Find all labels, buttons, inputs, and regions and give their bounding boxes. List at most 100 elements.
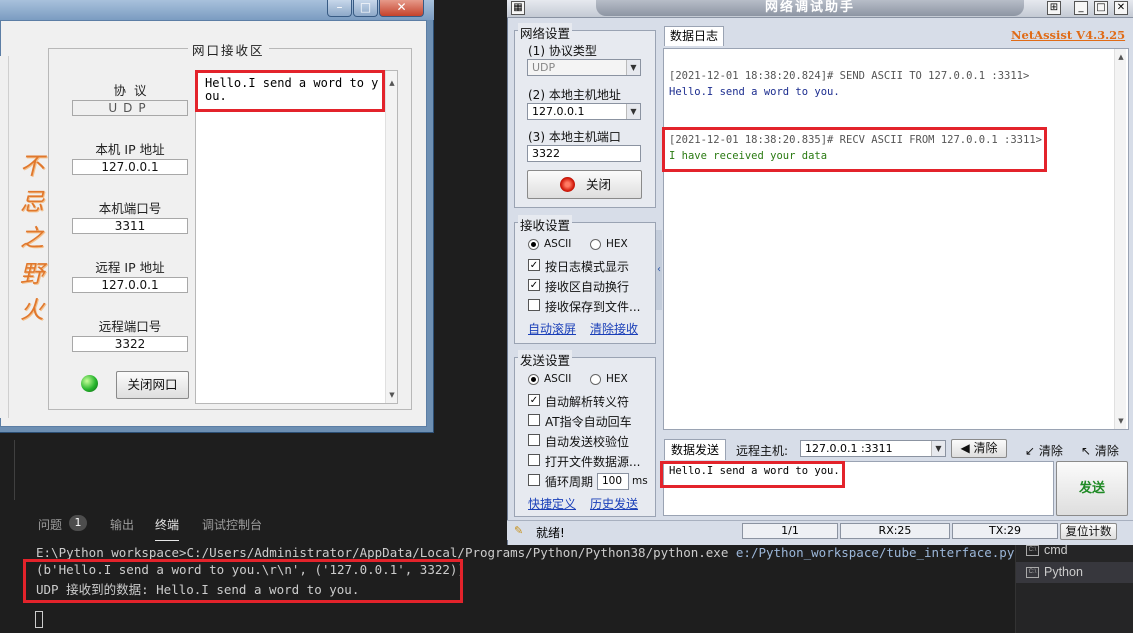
tab-output[interactable]: 输出 <box>110 516 134 533</box>
chevron-down-icon: ▼ <box>626 104 640 119</box>
clear-receive-link[interactable]: 清除接收 <box>590 320 638 337</box>
app-menu-icon[interactable]: ▦ <box>511 1 525 15</box>
log-entry-body: Hello.I send a word to you. <box>669 86 840 98</box>
version-link[interactable]: NetAssist V4.3.25 <box>1011 28 1125 42</box>
remote-port-field[interactable]: 3322 <box>72 336 188 352</box>
tab-debug-console[interactable]: 调试控制台 <box>202 516 262 533</box>
recv-ascii-radio[interactable] <box>528 239 539 250</box>
receive-text-area[interactable] <box>195 70 398 404</box>
collapse-panel-icon[interactable]: ‹ <box>656 230 662 310</box>
clear-arrow-icon: ↙ <box>1025 444 1036 458</box>
checksum-label: 自动发送校验位 <box>545 435 630 449</box>
reset-count-button[interactable]: 复位计数 <box>1060 523 1117 540</box>
recv-settings-title: 接收设置 <box>518 215 573 234</box>
pin-icon[interactable]: ⊞ <box>1047 1 1061 15</box>
local-port-field[interactable]: 3311 <box>72 218 188 234</box>
recv-hex-radio[interactable] <box>590 239 601 250</box>
close-port-button[interactable]: 关闭网口 <box>116 371 189 399</box>
tx-count: TX:29 <box>952 523 1058 539</box>
auto-wrap-checkbox[interactable]: ✓ <box>528 279 540 291</box>
tab-data-send[interactable]: 数据发送 <box>664 439 726 460</box>
clear-send-button-2[interactable]: ↖ 清除 <box>1081 442 1119 459</box>
shortcut-link[interactable]: 快捷定义 <box>528 495 576 512</box>
send-hex-label: HEX <box>606 373 628 385</box>
minimize-button[interactable]: _ <box>1074 1 1088 15</box>
local-ip-field[interactable]: 127.0.0.1 <box>72 159 188 175</box>
tab-problems[interactable]: 问题 <box>38 516 62 533</box>
auto-scroll-link[interactable]: 自动滚屏 <box>528 320 576 337</box>
minimize-button[interactable]: – <box>327 0 352 17</box>
terminal-item-label: cmd <box>1044 543 1068 557</box>
remote-host-label: 远程主机: <box>736 444 789 458</box>
clear-label: 清除 <box>973 441 998 455</box>
clear-remote-button[interactable]: ◀ 清除 <box>951 439 1007 458</box>
escape-label: 自动解析转义符 <box>545 395 630 409</box>
send-ascii-label: ASCII <box>544 373 572 385</box>
terminal-item-python[interactable]: C:\ Python <box>1016 562 1133 583</box>
remote-host-select[interactable]: 127.0.0.1 :3311 ▼ <box>800 440 946 457</box>
escape-checkbox[interactable]: ✓ <box>528 394 540 406</box>
send-ascii-radio[interactable] <box>528 374 539 385</box>
send-settings-title: 发送设置 <box>518 350 573 369</box>
loop-period-input[interactable]: 100 <box>597 473 629 490</box>
net-close-button[interactable]: 关闭 <box>527 170 642 199</box>
status-ready: 就绪! <box>536 526 565 540</box>
indent-guide <box>14 440 15 500</box>
log-mode-checkbox[interactable]: ✓ <box>528 259 540 271</box>
data-log-area[interactable] <box>663 48 1129 430</box>
terminal-icon: C:\ <box>1026 545 1039 556</box>
terminal-icon: C:\ <box>1026 567 1039 578</box>
at-cr-checkbox[interactable] <box>528 414 540 426</box>
netassist-title: 网络调试助手 <box>596 0 1024 16</box>
host-ip-value: 127.0.0.1 <box>532 105 585 118</box>
host-port-label: (3) 本地主机端口 <box>528 130 621 144</box>
scroll-down-icon[interactable]: ▼ <box>1117 417 1125 425</box>
host-ip-select[interactable]: 127.0.0.1 ▼ <box>527 103 641 120</box>
calligraphy-char: 火 <box>20 296 44 324</box>
arrow-left-icon: ◀ <box>960 441 970 455</box>
close-window-button[interactable]: ✕ <box>379 0 424 17</box>
remote-ip-field[interactable]: 127.0.0.1 <box>72 277 188 293</box>
left-window-titlebar: – □ ✕ <box>0 0 434 20</box>
history-link[interactable]: 历史发送 <box>590 495 638 512</box>
send-hex-radio[interactable] <box>590 374 601 385</box>
log-scrollbar[interactable]: ▲ ▼ <box>1114 49 1126 429</box>
terminal-script-path: e:/Python_workspace/tube_interface.py <box>735 545 1015 560</box>
scroll-down-icon[interactable]: ▼ <box>388 391 396 399</box>
recv-ascii-label: ASCII <box>544 238 572 250</box>
maximize-button[interactable]: □ <box>353 0 378 17</box>
status-icon: ✎ <box>514 524 524 537</box>
save-file-label: 接收保存到文件... <box>545 300 641 314</box>
maximize-button[interactable]: □ <box>1094 1 1108 15</box>
save-file-checkbox[interactable] <box>528 299 540 311</box>
send-toolbar: 数据发送 远程主机: 127.0.0.1 :3311 ▼ ◀ 清除 ↙ 清除 ↖ … <box>663 438 1129 461</box>
loop-checkbox[interactable] <box>528 474 540 486</box>
protocol-type-label: (1) 协议类型 <box>528 44 597 58</box>
receive-scrollbar[interactable]: ▲ ▼ <box>385 71 397 403</box>
remote-port-label: 远程端口号 <box>98 319 162 334</box>
host-ip-label: (2) 本地主机地址 <box>528 88 621 102</box>
clear-arrow-icon: ↖ <box>1081 444 1092 458</box>
close-window-button[interactable]: ✕ <box>1114 1 1128 15</box>
scroll-up-icon[interactable]: ▲ <box>388 79 396 87</box>
protocol-field: UDP <box>72 100 188 116</box>
highlight-box <box>662 127 1047 172</box>
chevron-down-icon: ▼ <box>626 60 640 75</box>
file-source-checkbox[interactable] <box>528 454 540 466</box>
protocol-select[interactable]: UDP ▼ <box>527 59 641 76</box>
protocol-select-value: UDP <box>532 61 556 74</box>
status-bar: ✎ 就绪! 1/1 RX:25 TX:29 复位计数 <box>507 520 1133 540</box>
clear-send-button[interactable]: ↙ 清除 <box>1025 442 1063 459</box>
tab-terminal[interactable]: 终端 <box>155 516 180 541</box>
clear-label: 清除 <box>1094 444 1119 458</box>
tab-data-log[interactable]: 数据日志 <box>664 26 724 46</box>
send-button[interactable]: 发送 <box>1056 461 1128 516</box>
host-port-input[interactable]: 3322 <box>527 145 641 162</box>
problems-count-badge: 1 <box>69 515 87 531</box>
remote-host-value: 127.0.0.1 :3311 <box>805 442 893 455</box>
highlight-box <box>195 70 385 112</box>
protocol-label: 协 议 <box>113 83 147 98</box>
checksum-checkbox[interactable] <box>528 434 540 446</box>
scroll-up-icon[interactable]: ▲ <box>1117 53 1125 61</box>
highlight-box <box>660 461 845 488</box>
